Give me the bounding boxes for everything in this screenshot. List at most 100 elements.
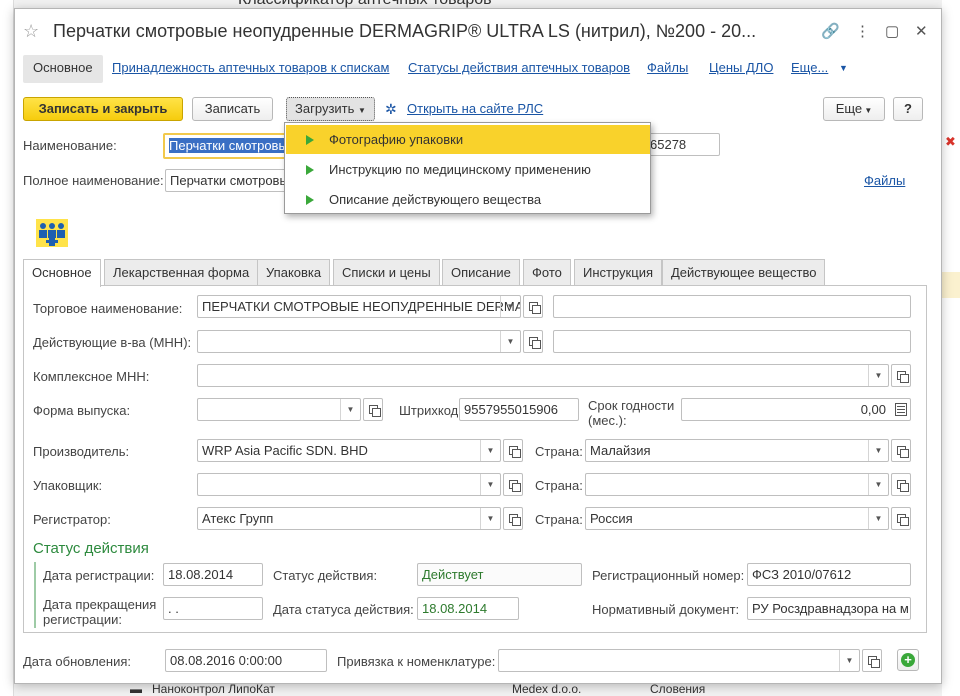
maker-country-open-button[interactable] (891, 439, 911, 462)
favorite-star-icon[interactable]: ☆ (23, 21, 39, 42)
load-button[interactable]: Загрузить ▼ (286, 97, 375, 121)
packer-label: Упаковщик: (33, 478, 103, 493)
nav-files[interactable]: Файлы (647, 55, 688, 83)
maker-country-label: Страна: (535, 444, 583, 459)
chevron-down-icon[interactable]: ▼ (868, 508, 888, 529)
background-row-maker[interactable]: Medex d.o.o. (512, 682, 581, 696)
tab-active-substance[interactable]: Действующее вещество (662, 259, 826, 286)
tab-lists-prices[interactable]: Списки и цены (333, 259, 440, 286)
maker-country-input[interactable]: Малайзия ▼ (585, 439, 889, 462)
nav-more-chevron-icon[interactable]: ▼ (839, 55, 848, 83)
inn-open-button[interactable] (523, 330, 543, 353)
background-row-country[interactable]: Словения (650, 682, 705, 696)
trade-name-open-button[interactable] (523, 295, 543, 318)
trade-name-extra-field[interactable] (553, 295, 911, 318)
packer-country-open-button[interactable] (891, 473, 911, 496)
tab-dosage-form[interactable]: Лекарственная форма (104, 259, 259, 286)
tab-description[interactable]: Описание (442, 259, 520, 286)
complex-inn-input[interactable]: ▼ (197, 364, 889, 387)
menu-item-substance-description[interactable]: Описание действующего вещества (286, 185, 650, 214)
inn-label: Действующие в-ва (МНН): (33, 335, 192, 350)
tab-instruction[interactable]: Инструкция (574, 259, 662, 286)
files-link[interactable]: Файлы (864, 173, 905, 188)
form-input[interactable]: ▼ (197, 398, 361, 421)
chevron-down-icon[interactable]: ▼ (868, 474, 888, 495)
chevron-down-icon[interactable]: ▼ (340, 399, 360, 420)
menu-item-instruction[interactable]: Инструкцию по медицинскому применению (286, 155, 650, 184)
update-date-field[interactable]: 08.08.2016 0:00:00 (165, 649, 327, 672)
play-icon (306, 135, 314, 145)
registrar-open-button[interactable] (503, 507, 523, 530)
more-button[interactable]: Еще ▼ (823, 97, 885, 121)
help-button[interactable]: ? (893, 97, 923, 121)
rls-logo-icon: ✲ (385, 101, 397, 117)
norm-doc-label: Нормативный документ: (592, 602, 740, 617)
status-date-field[interactable]: 18.08.2014 (417, 597, 519, 620)
registrar-label: Регистратор: (33, 512, 111, 527)
background-row-icon: ▬ (130, 682, 142, 696)
maker-input[interactable]: WRP Asia Pacific SDN. BHD ▼ (197, 439, 501, 462)
link-icon[interactable]: 🔗 (821, 22, 840, 40)
nav-main[interactable]: Основное (23, 55, 103, 83)
code-field[interactable]: 65278 (645, 133, 720, 156)
form-open-button[interactable] (363, 398, 383, 421)
background-left-strip (0, 0, 14, 696)
background-row-name[interactable]: Наноконтрол ЛипоКат (152, 682, 275, 696)
nav-statuses[interactable]: Статусы действия аптечных товаров (408, 55, 630, 83)
add-binding-button[interactable]: + (897, 649, 919, 671)
reg-date-field[interactable]: 18.08.2014 (163, 563, 263, 586)
chevron-down-icon[interactable]: ▼ (480, 508, 500, 529)
binding-open-button[interactable] (862, 649, 882, 672)
chevron-down-icon[interactable]: ▼ (868, 440, 888, 461)
tab-photo[interactable]: Фото (523, 259, 571, 286)
nav-more[interactable]: Еще... (791, 55, 828, 83)
nav-dlo-prices[interactable]: Цены ДЛО (709, 55, 773, 83)
calculator-icon[interactable] (895, 403, 907, 416)
registrar-country-open-button[interactable] (891, 507, 911, 530)
inn-input[interactable]: ▼ (197, 330, 521, 353)
save-button[interactable]: Записать (192, 97, 273, 121)
registrar-country-input[interactable]: Россия ▼ (585, 507, 889, 530)
trade-name-label: Торговое наименование: (33, 301, 183, 316)
end-date-label: Дата прекращения регистрации: (43, 597, 157, 627)
nav-lists-membership[interactable]: Принадлежность аптечных товаров к списка… (112, 55, 389, 83)
open-rls-link[interactable]: Открыть на сайте РЛС (407, 101, 543, 116)
chevron-down-icon[interactable]: ▼ (500, 331, 520, 352)
end-date-field[interactable]: . . (163, 597, 263, 620)
load-chevron-icon: ▼ (358, 106, 366, 115)
registrar-input[interactable]: Атекс Групп ▼ (197, 507, 501, 530)
item-form-window: ☆ Перчатки смотровые неопудренные DERMAG… (14, 8, 942, 684)
shelf-life-label: Срок годности (мес.): (588, 398, 675, 428)
binding-input[interactable]: ▼ (498, 649, 860, 672)
save-and-close-button[interactable]: Записать и закрыть (23, 97, 183, 121)
complex-inn-open-button[interactable] (891, 364, 911, 387)
load-button-label: Загрузить (295, 101, 355, 116)
chevron-down-icon[interactable]: ▼ (500, 296, 520, 317)
reg-number-field[interactable]: ФСЗ 2010/07612 (747, 563, 911, 586)
tab-main[interactable]: Основное (23, 259, 101, 287)
more-menu-icon[interactable]: ⋮ (855, 22, 870, 40)
chevron-down-icon[interactable]: ▼ (868, 365, 888, 386)
delete-mark-icon: ✖ (945, 134, 956, 149)
packer-country-input[interactable]: ▼ (585, 473, 889, 496)
packer-input[interactable]: ▼ (197, 473, 501, 496)
maximize-icon[interactable]: ▢ (885, 22, 899, 40)
chevron-down-icon[interactable]: ▼ (480, 440, 500, 461)
packer-open-button[interactable] (503, 473, 523, 496)
shelf-life-input[interactable]: 0,00 (681, 398, 911, 421)
maker-open-button[interactable] (503, 439, 523, 462)
menu-item-package-photo[interactable]: Фотографию упаковки (286, 125, 650, 154)
norm-doc-field[interactable]: РУ Росздравнадзора на м (747, 597, 911, 620)
inn-extra-field[interactable] (553, 330, 911, 353)
reg-number-label: Регистрационный номер: (592, 568, 745, 583)
barcode-label: Штрихкод: (399, 403, 462, 418)
chevron-down-icon[interactable]: ▼ (839, 650, 859, 671)
status-label: Статус действия: (273, 568, 378, 583)
status-field[interactable]: Действует (417, 563, 582, 586)
barcode-input[interactable]: 9557955015906 (459, 398, 579, 421)
chevron-down-icon[interactable]: ▼ (480, 474, 500, 495)
trade-name-input[interactable]: ПЕРЧАТКИ СМОТРОВЫЕ НЕОПУДРЕННЫЕ DERMAGRI… (197, 295, 521, 318)
reg-date-label: Дата регистрации: (43, 568, 155, 583)
close-icon[interactable]: ✕ (915, 22, 928, 40)
tab-package[interactable]: Упаковка (257, 259, 331, 286)
